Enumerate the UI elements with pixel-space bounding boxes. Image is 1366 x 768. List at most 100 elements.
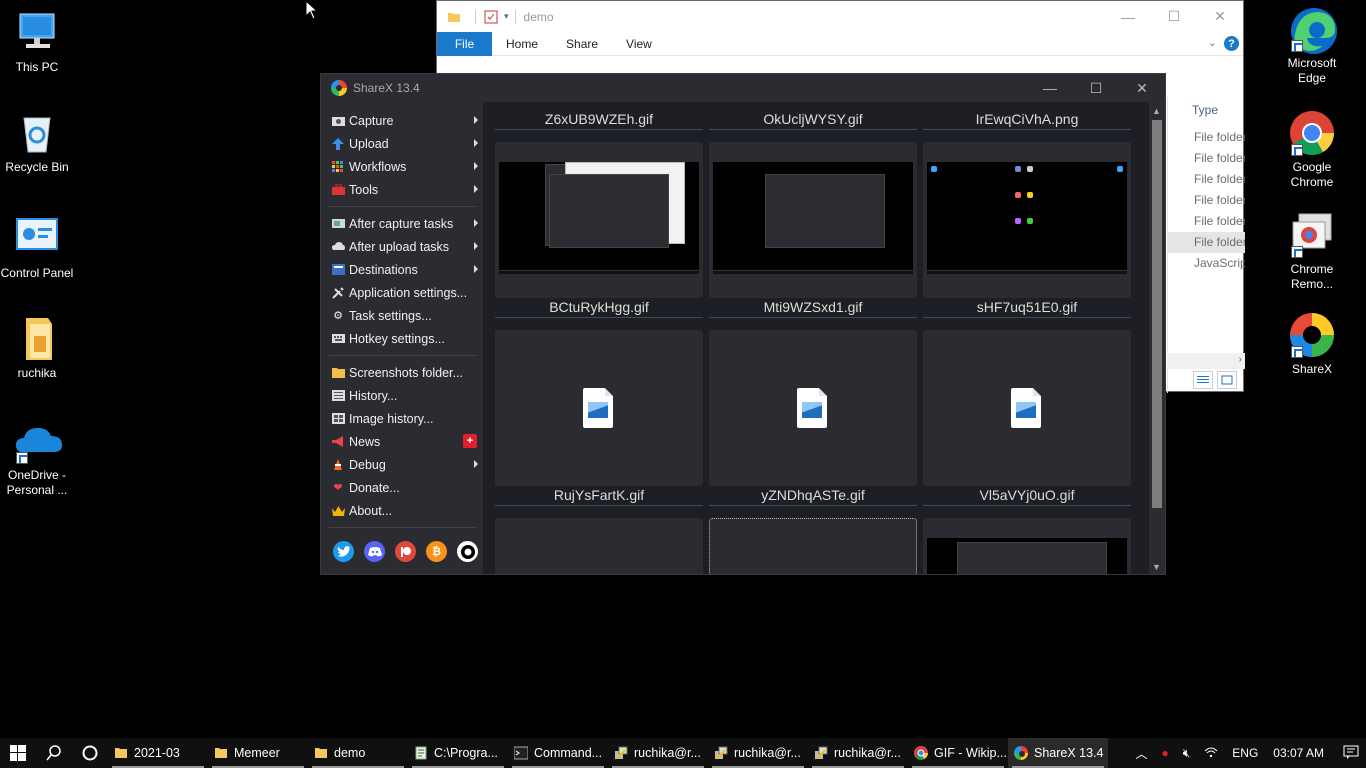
menu-item-history[interactable]: History... [321,384,483,407]
quick-access-dropdown-icon[interactable]: ▾ [504,11,509,22]
file-thumbnail[interactable] [495,142,703,298]
menu-item-after-capture[interactable]: After capture tasks [321,212,483,235]
file-thumbnail[interactable] [923,142,1131,298]
onedrive-icon[interactable]: OneDrive - Personal ... [0,418,74,498]
menu-item-image-history[interactable]: Image history... [321,407,483,430]
file-row-type[interactable]: File folder [1168,127,1245,148]
control-panel-icon[interactable]: Control Panel [0,216,74,281]
language-indicator[interactable]: ENG [1225,746,1265,760]
ruchika-folder-icon[interactable]: ruchika [0,316,74,381]
menu-item-news[interactable]: News + [321,430,483,453]
minimize-icon[interactable]: — [1105,1,1151,32]
menu-item-destinations[interactable]: Destinations [321,258,483,281]
file-tile[interactable]: IrEwqCiVhA.png [923,110,1131,298]
menu-item-screenshots-folder[interactable]: Screenshots folder... [321,361,483,384]
bitcoin-icon[interactable]: ₿ [426,541,447,562]
patreon-icon[interactable] [395,541,416,562]
menu-item-debug[interactable]: Debug [321,453,483,476]
taskbar-item-putty[interactable]: ruchika@r... [708,738,808,768]
file-thumbnail[interactable] [709,142,917,298]
scroll-down-icon[interactable]: ▼ [1152,562,1161,572]
file-tile[interactable]: BCtuRykHgg.gif [495,298,703,486]
menu-item-hotkey-settings[interactable]: Hotkey settings... [321,327,483,350]
file-row-type[interactable]: File folder [1168,190,1245,211]
show-hidden-icons-icon[interactable]: ︿ [1128,745,1154,762]
maximize-icon[interactable]: ☐ [1073,74,1119,102]
taskbar-item-folder[interactable]: demo [308,738,408,768]
expand-ribbon-icon[interactable]: ⌄ [1208,36,1217,49]
discord-icon[interactable] [364,541,385,562]
menu-item-application-settings[interactable]: Application settings... [321,281,483,304]
details-view-icon[interactable] [1193,371,1213,389]
menu-item-task-settings[interactable]: ⚙ Task settings... [321,304,483,327]
properties-icon[interactable] [484,10,498,24]
file-thumbnail[interactable] [923,330,1131,486]
twitter-icon[interactable] [333,541,354,562]
vertical-scrollbar[interactable]: ▲ ▼ [1149,102,1165,574]
file-tile[interactable]: RujYsFartK.gif [495,486,703,574]
menu-item-donate[interactable]: ❤ Donate... [321,476,483,499]
menu-item-tools[interactable]: Tools [321,178,483,201]
file-tile[interactable]: Mti9WZSxd1.gif [709,298,917,486]
column-header-type[interactable]: Type [1168,97,1245,127]
this-pc-icon[interactable]: This PC [0,10,74,75]
taskbar-item-folder[interactable]: Memeer [208,738,308,768]
file-row-type[interactable]: File folder [1168,211,1245,232]
menu-item-after-upload[interactable]: After upload tasks [321,235,483,258]
file-tile[interactable]: yZNDhqASTe.gif [709,486,917,574]
scrollbar-thumb[interactable] [1152,120,1162,508]
menu-item-upload[interactable]: Upload [321,132,483,155]
chrome-desktop-icon[interactable]: Google Chrome [1275,110,1349,190]
taskbar-item-command[interactable]: Command... [508,738,608,768]
search-icon[interactable] [36,738,72,768]
cortana-icon[interactable] [72,738,108,768]
tab-file[interactable]: File [437,31,492,56]
file-thumbnail[interactable] [923,518,1131,574]
maximize-icon[interactable]: ☐ [1151,1,1197,32]
tab-share[interactable]: Share [552,37,612,51]
taskbar-item-notepad[interactable]: C:\Progra... [408,738,508,768]
large-icons-view-icon[interactable] [1217,371,1237,389]
scroll-up-icon[interactable]: ▲ [1152,106,1161,116]
file-tile[interactable]: OkUcljWYSY.gif [709,110,917,298]
record-icon[interactable]: ● [1154,746,1175,760]
file-row-type[interactable]: JavaScript [1168,253,1245,274]
taskbar-item-folder[interactable]: 2021-03 [108,738,208,768]
tab-view[interactable]: View [612,37,666,51]
horizontal-scrollbar[interactable]: › [1167,353,1245,369]
volume-muted-icon[interactable]: 🔇︎ [1176,746,1198,761]
taskbar-item-putty[interactable]: ruchika@r... [808,738,908,768]
file-tile[interactable]: sHF7uq51E0.gif [923,298,1131,486]
github-icon[interactable] [457,541,478,562]
tab-home[interactable]: Home [492,37,552,51]
file-thumbnail[interactable] [495,518,703,574]
start-button[interactable] [0,738,36,768]
scroll-right-icon[interactable]: › [1239,354,1242,365]
clock[interactable]: 03:07 AM [1265,746,1336,760]
sharex-window[interactable]: ShareX 13.4 — ☐ ✕ Capture Upload Workflo… [320,73,1166,575]
chrome-remote-desktop-icon[interactable]: Chrome Remo... [1275,212,1349,292]
edge-desktop-icon[interactable]: Microsoft Edge [1275,6,1349,86]
file-row-type[interactable]: File folder [1168,148,1245,169]
minimize-icon[interactable]: — [1027,74,1073,102]
file-tile[interactable]: Z6xUB9WZEh.gif [495,110,703,298]
taskbar-item-sharex[interactable]: ShareX 13.4 [1008,738,1108,768]
menu-item-capture[interactable]: Capture [321,109,483,132]
wifi-icon[interactable] [1197,746,1225,761]
menu-item-workflows[interactable]: Workflows [321,155,483,178]
sharex-desktop-icon[interactable]: ShareX [1275,312,1349,377]
file-thumbnail[interactable] [495,330,703,486]
close-icon[interactable]: ✕ [1119,74,1165,102]
close-icon[interactable]: ✕ [1197,1,1243,32]
file-thumbnail[interactable] [709,518,917,574]
help-icon[interactable]: ? [1224,36,1239,51]
file-tile[interactable]: Vl5aVYj0uO.gif [923,486,1131,574]
taskbar-item-putty[interactable]: ruchika@r... [608,738,708,768]
taskbar-item-chrome[interactable]: GIF - Wikip... [908,738,1008,768]
notifications-icon[interactable] [1336,745,1366,762]
file-row-type[interactable]: File folder [1168,169,1245,190]
file-thumbnail[interactable] [709,330,917,486]
menu-item-about[interactable]: About... [321,499,483,522]
recycle-bin-icon[interactable]: Recycle Bin [0,110,74,175]
file-row-type[interactable]: File folder [1168,232,1245,253]
